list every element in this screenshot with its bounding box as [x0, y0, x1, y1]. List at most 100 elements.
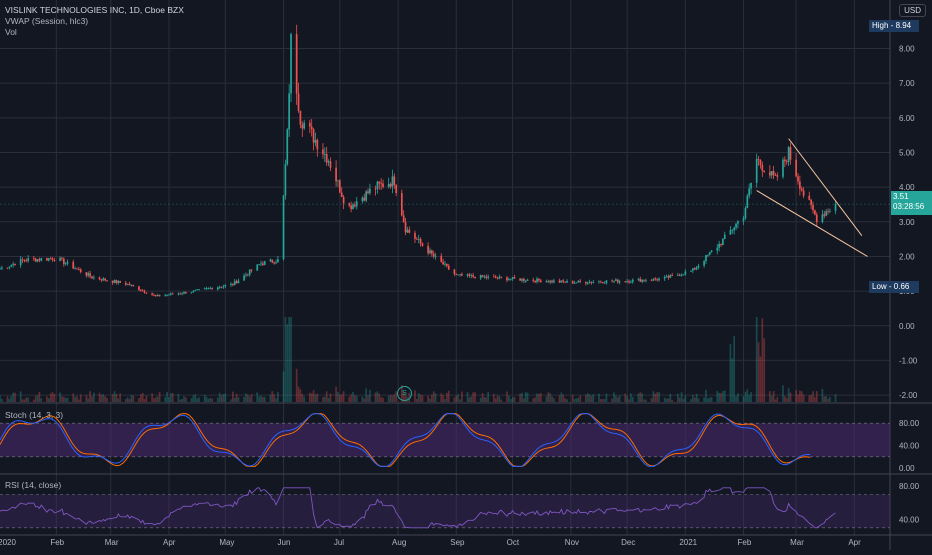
volume-bar [524, 392, 527, 402]
candle-body [645, 280, 647, 282]
symbol-title[interactable]: VISLINK TECHNOLOGIES INC, 1D, Cboe BZX [5, 5, 184, 15]
volume-bar [641, 393, 643, 402]
volume-bar [521, 392, 523, 402]
candle-body [626, 281, 628, 282]
volume-bar [553, 398, 555, 402]
volume-bar [761, 318, 764, 402]
volume-bar [507, 395, 510, 402]
price-tick-label: 7.00 [899, 79, 915, 88]
volume-bar [618, 395, 621, 402]
volume-bar [224, 393, 227, 402]
vwap-indicator-label[interactable]: VWAP (Session, hlc3) [5, 16, 88, 26]
volume-bar [427, 395, 429, 402]
candle-body [509, 278, 512, 280]
volume-bar [774, 399, 777, 402]
volume-bar [271, 391, 274, 402]
candle-body [352, 204, 354, 210]
candle-body [511, 277, 514, 279]
volume-bar [85, 395, 88, 402]
candle-body [519, 278, 521, 281]
candle-body [815, 214, 818, 223]
candle-body [141, 290, 144, 292]
candle-body [506, 277, 508, 281]
volume-bar [104, 396, 106, 402]
volume-bar [815, 391, 818, 402]
volume-bar [308, 392, 311, 402]
volume-bar [181, 399, 183, 402]
volume-bar [282, 371, 285, 402]
volume-bar [245, 393, 247, 402]
volume-bar [461, 391, 463, 402]
candle-body [222, 286, 225, 288]
volume-bar [812, 391, 814, 402]
candle-body [731, 230, 734, 231]
volume-bar [513, 397, 516, 402]
volume-bar [605, 393, 608, 402]
volume-bar [312, 390, 315, 402]
volume-bar [483, 397, 486, 402]
candle-body [297, 93, 300, 111]
volume-bar [549, 393, 551, 402]
candle-body [156, 294, 159, 296]
candle-body [624, 281, 627, 283]
chart-area[interactable]: 8.007.006.005.004.003.002.001.000.00-1.0… [0, 0, 932, 550]
volume-bar [207, 398, 210, 402]
volume-bar [474, 391, 476, 402]
candle-body [49, 258, 52, 260]
volume-bar [705, 389, 707, 402]
time-axis-label: Sep [450, 538, 465, 547]
volume-bar [735, 396, 737, 402]
candle-body [814, 210, 816, 215]
volume-bar [457, 394, 459, 402]
volume-bar [742, 396, 745, 402]
volume-bar [295, 368, 298, 402]
volume-bar [536, 393, 538, 402]
volume-bar [814, 397, 816, 402]
time-axis-label: 2021 [679, 538, 697, 547]
volume-bar [185, 397, 187, 402]
volume-bar [6, 396, 9, 402]
volume-bar [577, 397, 580, 402]
volume-bar [25, 397, 28, 402]
candle-body [744, 207, 747, 219]
split-event-marker[interactable]: S [397, 386, 412, 401]
candle-body [643, 279, 645, 281]
candle-body [325, 154, 328, 163]
price-tick-label: 5.00 [899, 148, 915, 157]
candle-body [457, 274, 459, 276]
currency-badge[interactable]: USD [899, 4, 926, 17]
volume-bar [119, 393, 122, 402]
volume-bar [337, 391, 339, 402]
volume-bar [262, 397, 264, 402]
candle-body [185, 291, 187, 294]
volume-bar [667, 398, 670, 402]
volume-bar [170, 392, 172, 402]
candle-body [235, 281, 238, 284]
candle-body [248, 269, 251, 275]
candle-body [308, 122, 311, 127]
volume-bar [586, 393, 589, 402]
rsi-indicator-label[interactable]: RSI (14, close) [5, 480, 61, 490]
volume-bar [177, 393, 180, 402]
candle-body [442, 261, 444, 265]
candle-body [406, 229, 409, 233]
candle-body [355, 201, 358, 207]
stoch-tick-label: 80.00 [899, 419, 920, 428]
volume-indicator-label[interactable]: Vol [5, 27, 17, 37]
volume-bar [645, 399, 647, 402]
candle-body [440, 255, 443, 262]
volume-bar [391, 395, 394, 402]
volume-bar [746, 389, 749, 402]
volume-bar [216, 397, 219, 402]
candle-body [827, 211, 829, 213]
stoch-indicator-label[interactable]: Stoch (14, 3, 3) [5, 410, 63, 420]
candle-body [524, 280, 527, 282]
candle-body [59, 257, 61, 261]
volume-bar [355, 395, 358, 402]
candle-body [789, 147, 792, 160]
volume-bar [799, 390, 801, 402]
candle-body [46, 258, 48, 261]
chart-canvas[interactable]: 8.007.006.005.004.003.002.001.000.00-1.0… [0, 0, 932, 550]
volume-bar [243, 396, 245, 402]
candle-body [479, 275, 482, 279]
